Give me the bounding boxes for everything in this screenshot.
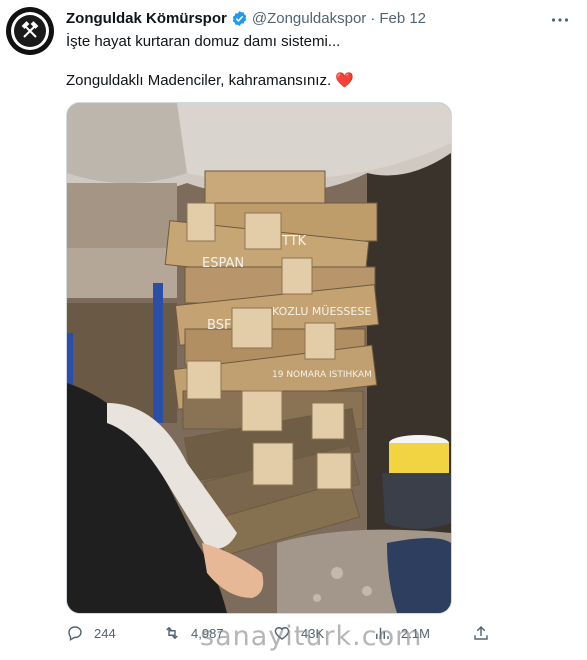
retweet-icon xyxy=(166,626,178,640)
red-heart-emoji: ❤️ xyxy=(335,72,354,89)
avatar[interactable] xyxy=(6,7,54,55)
inscription-nomara: 19 NOMARA ISTIHKAM xyxy=(272,370,372,380)
inscription-bsf: BSF xyxy=(207,318,231,333)
rescue-photo: TTK ESPAN KOZLU MÜESSESE BSF 19 NOMARA I… xyxy=(67,103,451,613)
tweet: Zonguldak Kömürspor @Zonguldakspor · Feb… xyxy=(0,0,587,660)
tweet-header: Zonguldak Kömürspor @Zonguldakspor · Feb… xyxy=(66,8,426,28)
tweet-photo[interactable]: TTK ESPAN KOZLU MÜESSESE BSF 19 NOMARA I… xyxy=(66,102,452,614)
crossed-hammers-icon xyxy=(21,21,39,38)
author-handle[interactable]: @Zonguldakspor xyxy=(252,10,366,27)
share-icon xyxy=(474,625,488,640)
author-name[interactable]: Zonguldak Kömürspor xyxy=(66,10,227,27)
reply-count: 244 xyxy=(94,625,116,641)
inscription-ttk: TTK xyxy=(281,234,307,249)
inscription-kozlu: KOZLU MÜESSESE xyxy=(272,305,371,318)
more-options-icon[interactable] xyxy=(551,10,569,28)
reply-button[interactable]: 244 xyxy=(66,624,116,642)
tweet-text-line2: Zonguldaklı Madenciler, kahramansınız. ❤… xyxy=(66,71,354,91)
tweet-text-line1: İşte hayat kurtaran domuz damı sistemi..… xyxy=(66,33,341,50)
separator-dot: · xyxy=(370,9,376,27)
reply-icon xyxy=(68,626,82,642)
share-button[interactable] xyxy=(472,624,500,642)
tweet-date[interactable]: Feb 12 xyxy=(379,10,426,27)
inscription-espan: ESPAN xyxy=(202,256,244,271)
watermark: sanayiturk.com xyxy=(200,621,423,652)
verified-badge-icon xyxy=(231,10,248,27)
tweet-text-line2-text: Zonguldaklı Madenciler, kahramansınız. xyxy=(66,72,332,89)
